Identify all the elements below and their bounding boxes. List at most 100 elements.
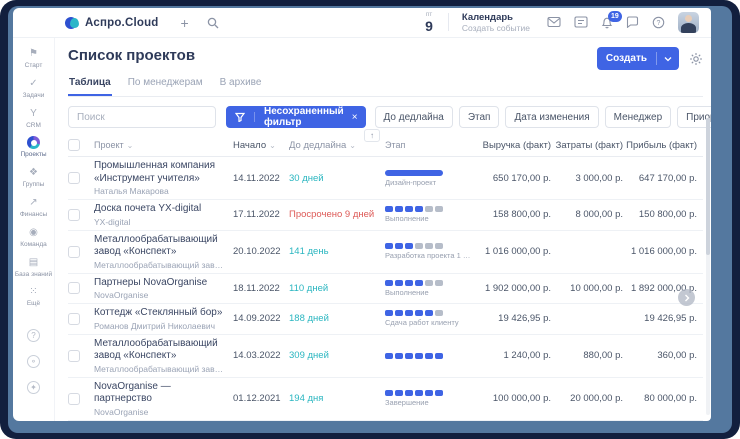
search-input[interactable] (68, 106, 216, 128)
sidebar-item-команда[interactable]: ◉ Команда (13, 226, 55, 249)
apps-icon[interactable]: ⚬ (27, 355, 40, 368)
profit-value: 19 426,95 р. (623, 313, 703, 324)
project-subtitle: YX-digital (94, 217, 225, 227)
stage-progress-bar (385, 243, 443, 249)
help-icon[interactable]: ? (652, 16, 665, 29)
chevron-down-icon[interactable] (657, 56, 679, 62)
sidebar-item-задачи[interactable]: ✓ Задачи (13, 77, 55, 100)
deadline-value: 141 день (289, 246, 385, 257)
table-row[interactable]: Доска почета YX-digital YX-digital 17.11… (68, 200, 703, 231)
scrollbar-thumb[interactable] (706, 118, 710, 255)
date-widget[interactable]: пт 9 (425, 12, 433, 33)
chat-icon[interactable] (626, 16, 639, 28)
tab-таблица[interactable]: Таблица (68, 77, 112, 96)
notes-icon[interactable] (574, 16, 588, 28)
start-date: 14.11.2022 (233, 173, 289, 184)
scroll-right-button[interactable] (678, 289, 695, 306)
start-date: 14.03.2022 (233, 350, 289, 361)
row-checkbox[interactable] (68, 350, 80, 362)
stage-progress-bar (385, 310, 443, 316)
sidebar-item-проекты[interactable]: Проекты (13, 136, 55, 159)
select-all-checkbox[interactable] (68, 139, 80, 151)
bell-icon[interactable]: 19 (601, 16, 613, 29)
sort-direction-indicator[interactable]: ↑ (364, 129, 380, 142)
remove-filter-icon[interactable]: × (351, 112, 366, 123)
sidebar-item-ещё[interactable]: ⁙ Ещё (13, 285, 55, 308)
stage-label: Завершение (385, 398, 473, 407)
row-checkbox[interactable] (68, 282, 80, 294)
logo[interactable]: Аспро.Cloud (65, 16, 159, 30)
start-date: 18.11.2022 (233, 283, 289, 294)
table-row[interactable]: Металлообрабатывающий завод «Конспект» М… (68, 231, 703, 274)
search-icon[interactable] (207, 17, 219, 29)
filter-button-до-дедлайна[interactable]: До дедлайна (375, 106, 453, 128)
project-title[interactable]: Металлообрабатывающий завод «Конспект» (94, 234, 225, 259)
row-checkbox[interactable] (68, 209, 80, 221)
groups-icon: ❖ (27, 166, 40, 179)
user-avatar[interactable] (678, 12, 699, 33)
table-row[interactable]: ХМАО- Сургут 01.12.2022 Просрочено 7 дне… (68, 421, 703, 422)
column-header-stage[interactable]: Этап (385, 140, 475, 151)
quick-add-icon[interactable]: + (181, 16, 189, 30)
table-row[interactable]: Партнеры NovaOrganise NovaOrganise 18.11… (68, 274, 703, 305)
stage-label: Разработка проекта 1 в... (385, 251, 473, 260)
gift-icon[interactable]: ✦ (27, 381, 40, 394)
row-checkbox[interactable] (68, 246, 80, 258)
project-title[interactable]: NovaOrganise — партнерство (94, 381, 225, 406)
sidebar-item-crm[interactable]: Y CRM (13, 107, 55, 130)
column-header-project[interactable]: Проект ⌄ (94, 140, 233, 151)
project-title[interactable]: Доска почета YX-digital (94, 203, 225, 216)
project-title[interactable]: Коттедж «Стеклянный бор» (94, 307, 225, 320)
support-icon[interactable]: ? (27, 329, 40, 342)
project-title[interactable]: Партнеры NovaOrganise (94, 277, 225, 290)
column-header-start[interactable]: Начало ⌄ (233, 140, 289, 151)
table-row[interactable]: NovaOrganise — партнерство NovaOrganise … (68, 378, 703, 421)
costs-value: 880,00 р. (551, 350, 623, 361)
unsaved-filter-chip[interactable]: Несохраненный фильтр × (226, 106, 366, 128)
costs-value: 3 000,00 р. (551, 173, 623, 184)
row-checkbox[interactable] (68, 172, 80, 184)
day-number: 9 (425, 19, 433, 33)
tab-по-менеджерам[interactable]: По менеджерам (127, 77, 204, 96)
sidebar-item-финансы[interactable]: ↗ Финансы (13, 196, 55, 219)
screenshot-frame: Аспро.Cloud + пт 9 Календарь Создать соб… (0, 0, 740, 439)
deadline-value: 309 дней (289, 350, 385, 361)
deadline-value: 30 дней (289, 173, 385, 184)
filter-button-дата-изменения[interactable]: Дата изменения (505, 106, 598, 128)
row-checkbox[interactable] (68, 393, 80, 405)
sidebar-item-старт[interactable]: ⚑ Старт (13, 47, 55, 70)
stage-progress-bar (385, 280, 443, 286)
stage-progress-bar (385, 353, 443, 359)
sidebar-item-группы[interactable]: ❖ Группы (13, 166, 55, 189)
profit-value: 80 000,00 р. (623, 393, 703, 404)
filter-button-этап[interactable]: Этап (459, 106, 500, 128)
create-button[interactable]: Создать (597, 47, 679, 70)
stage-label: Дизайн-проект (385, 178, 473, 187)
divider (448, 13, 449, 31)
calendar-create-event: Создать событие (462, 23, 530, 33)
knowledge-base-icon: ▤ (27, 256, 40, 269)
page-settings-gear-icon[interactable] (689, 52, 703, 66)
stage-label: Выполнение (385, 288, 473, 297)
calendar-widget[interactable]: Календарь Создать событие (462, 12, 530, 34)
sort-chevron-icon: ⌄ (349, 141, 356, 150)
projects-table: ↑ Проект ⌄ Начало ⌄ До дедлайна ⌄ Этап В… (68, 135, 703, 421)
mail-icon[interactable] (547, 16, 561, 28)
project-title[interactable]: Металлообрабатывающий завод «Конспект» (94, 338, 225, 363)
table-row[interactable]: Металлообрабатывающий завод «Конспект» М… (68, 335, 703, 378)
sidebar-item-база-знаний[interactable]: ▤ База знаний (13, 256, 55, 279)
column-header-rev[interactable]: Выручка (факт) (475, 140, 551, 151)
project-title[interactable]: Промышленная компания «Инструмент учител… (94, 160, 225, 185)
filter-button-менеджер[interactable]: Менеджер (605, 106, 672, 128)
sidebar-footer: ? ⚬ ✦ (27, 329, 40, 394)
table-row[interactable]: Коттедж «Стеклянный бор» Романов Дмитрий… (68, 304, 703, 335)
calendar-title: Календарь (462, 12, 530, 23)
column-header-cost[interactable]: Затраты (факт) (551, 140, 623, 151)
deadline-value: Просрочено 9 дней (289, 209, 385, 220)
table-row[interactable]: Промышленная компания «Инструмент учител… (68, 157, 703, 200)
costs-value: 20 000,00 р. (551, 393, 623, 404)
column-header-profit[interactable]: Прибыль (факт) (623, 140, 703, 151)
tab-в-архиве[interactable]: В архиве (219, 77, 263, 96)
content: Список проектов Создать ТаблицаПо менедж… (55, 38, 711, 421)
row-checkbox[interactable] (68, 313, 80, 325)
